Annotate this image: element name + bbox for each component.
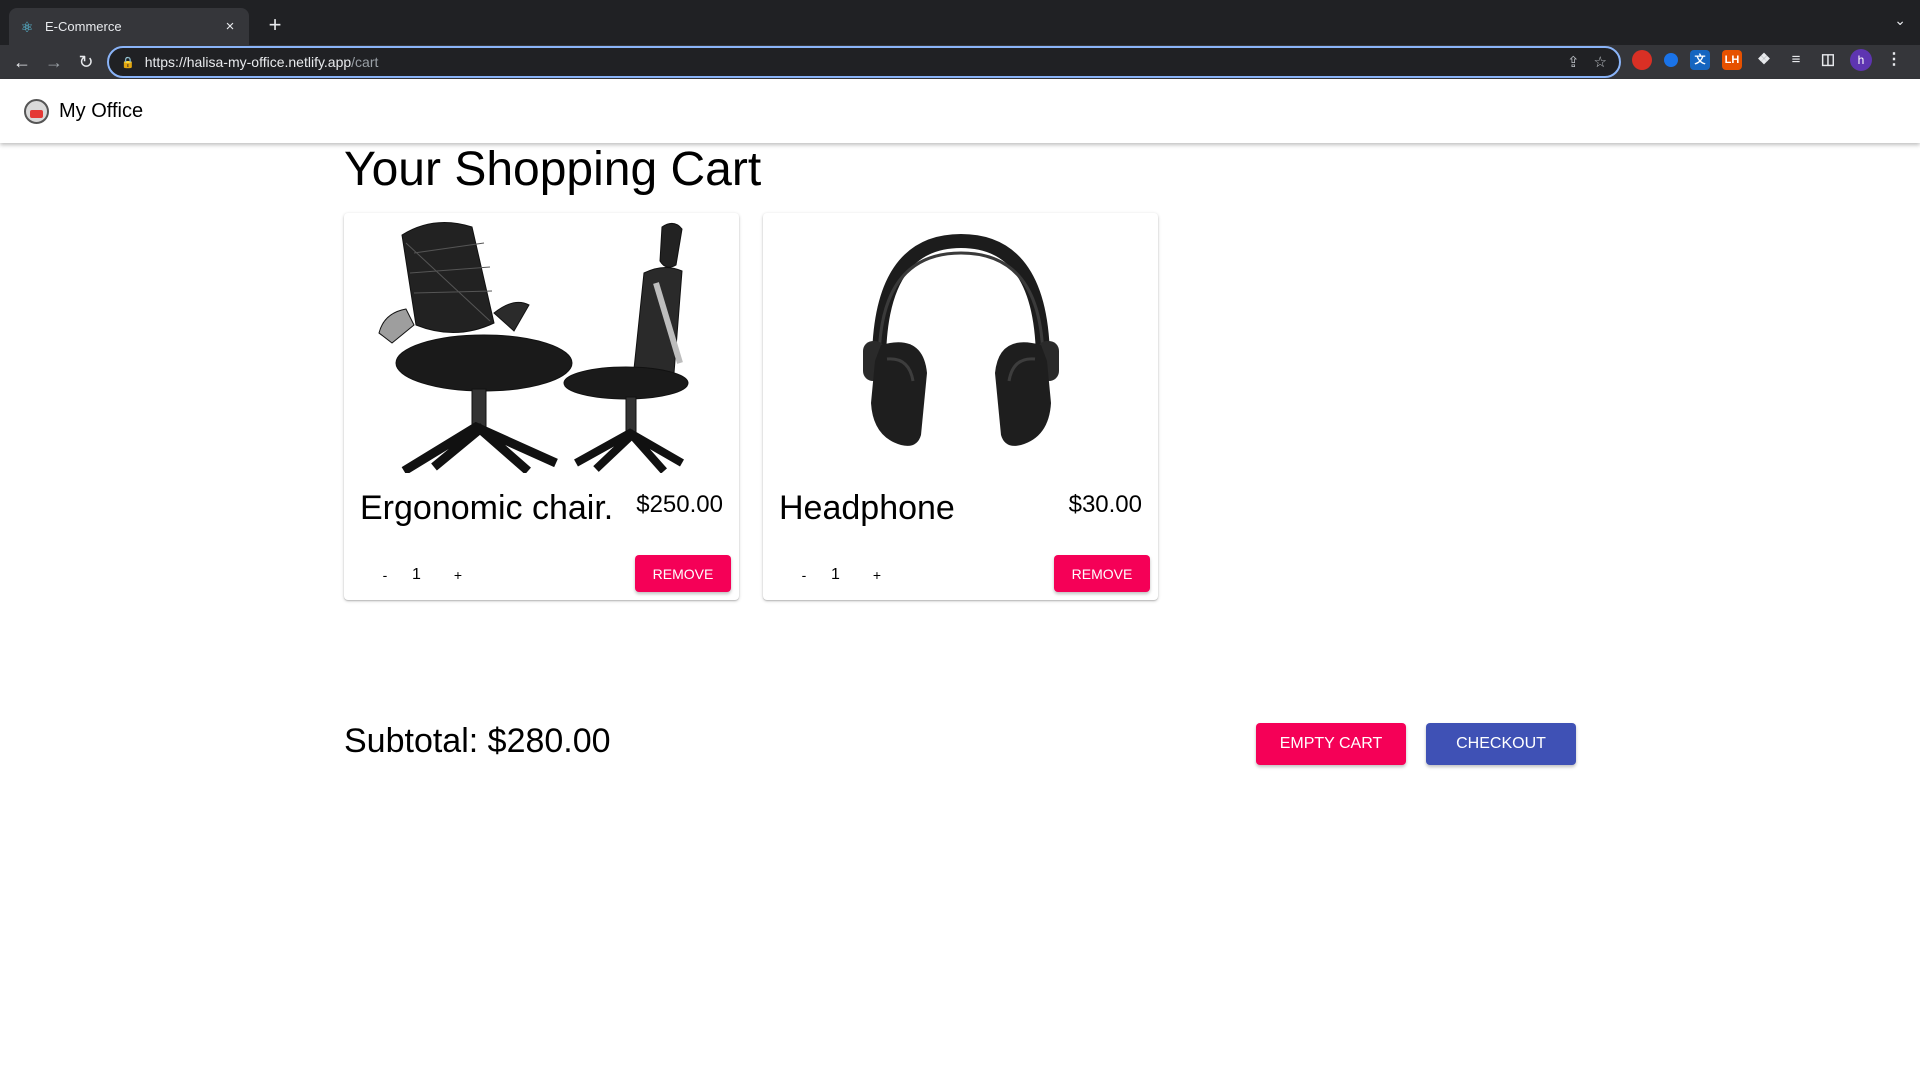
extensions-area: 文 LH ❖ ≡ ◫ h ⋮ [1632, 49, 1904, 71]
cart-subtotal: Subtotal: $280.00 [344, 722, 611, 760]
new-tab-button[interactable]: + [261, 12, 289, 40]
back-arrow-icon[interactable]: ← [8, 48, 36, 76]
url-path: /cart [351, 54, 379, 70]
decrease-quantity-button[interactable]: - [789, 560, 819, 590]
item-quantity: 1 [831, 566, 840, 583]
decrease-quantity-button[interactable]: - [370, 560, 400, 590]
item-name: Ergonomic chair. [360, 489, 614, 527]
item-price: $30.00 [1068, 491, 1142, 518]
url-text[interactable]: https://halisa-my-office.netlify.app/car… [145, 54, 1553, 70]
remove-item-button[interactable]: Remove [1054, 555, 1150, 592]
remove-item-button[interactable]: Remove [635, 555, 731, 592]
app-header: My Office [0, 79, 1920, 143]
browser-tab[interactable]: ⚛ E-Commerce × [9, 8, 249, 45]
tab-title: E-Commerce [45, 19, 122, 34]
empty-cart-button[interactable]: Empty cart [1256, 723, 1406, 765]
browser-tabstrip: ⚛ E-Commerce × + ⌄ [0, 0, 1920, 45]
kebab-menu-icon[interactable]: ⋮ [1884, 50, 1904, 70]
checkout-button[interactable]: Checkout [1426, 723, 1576, 765]
increase-quantity-button[interactable]: + [443, 560, 473, 590]
extension-red-icon[interactable] [1632, 50, 1652, 70]
browser-toolbar: ← → ↻ 🔒 https://halisa-my-office.netlify… [0, 45, 1920, 79]
lighthouse-extension-icon[interactable]: LH [1722, 50, 1742, 70]
side-panel-icon[interactable]: ◫ [1818, 50, 1838, 70]
puzzle-icon[interactable]: ❖ [1754, 50, 1774, 70]
shop-logo-icon[interactable] [24, 98, 49, 124]
url-host: https://halisa-my-office.netlify.app [144, 54, 352, 70]
reading-list-icon[interactable]: ≡ [1786, 50, 1806, 70]
bookmark-star-icon[interactable]: ☆ [1594, 53, 1607, 71]
item-name: Headphone [779, 489, 955, 527]
reload-icon[interactable]: ↻ [72, 48, 100, 76]
translate-extension-icon[interactable]: 文 [1690, 50, 1710, 70]
address-bar[interactable]: 🔒 https://halisa-my-office.netlify.app/c… [107, 46, 1621, 78]
office-chair-image [344, 213, 739, 473]
react-icon: ⚛ [20, 18, 34, 35]
tab-search-chevron-icon[interactable]: ⌄ [1894, 12, 1906, 29]
brand-name[interactable]: My Office [59, 100, 143, 123]
extension-blue-icon[interactable] [1664, 53, 1678, 67]
item-quantity: 1 [412, 566, 421, 583]
page-title: Your Shopping Cart [344, 143, 762, 196]
lock-icon: 🔒 [121, 56, 135, 69]
item-price: $250.00 [636, 491, 723, 518]
cart-item-card: Headphone $30.00 - 1 + Remove [763, 213, 1158, 600]
profile-avatar[interactable]: h [1850, 49, 1872, 71]
forward-arrow-icon[interactable]: → [40, 48, 68, 76]
increase-quantity-button[interactable]: + [862, 560, 892, 590]
close-tab-icon[interactable]: × [221, 18, 239, 36]
headphones-image [763, 213, 1158, 473]
share-icon[interactable]: ⇪ [1567, 53, 1580, 71]
cart-item-card: Ergonomic chair. $250.00 - 1 + Remove [344, 213, 739, 600]
